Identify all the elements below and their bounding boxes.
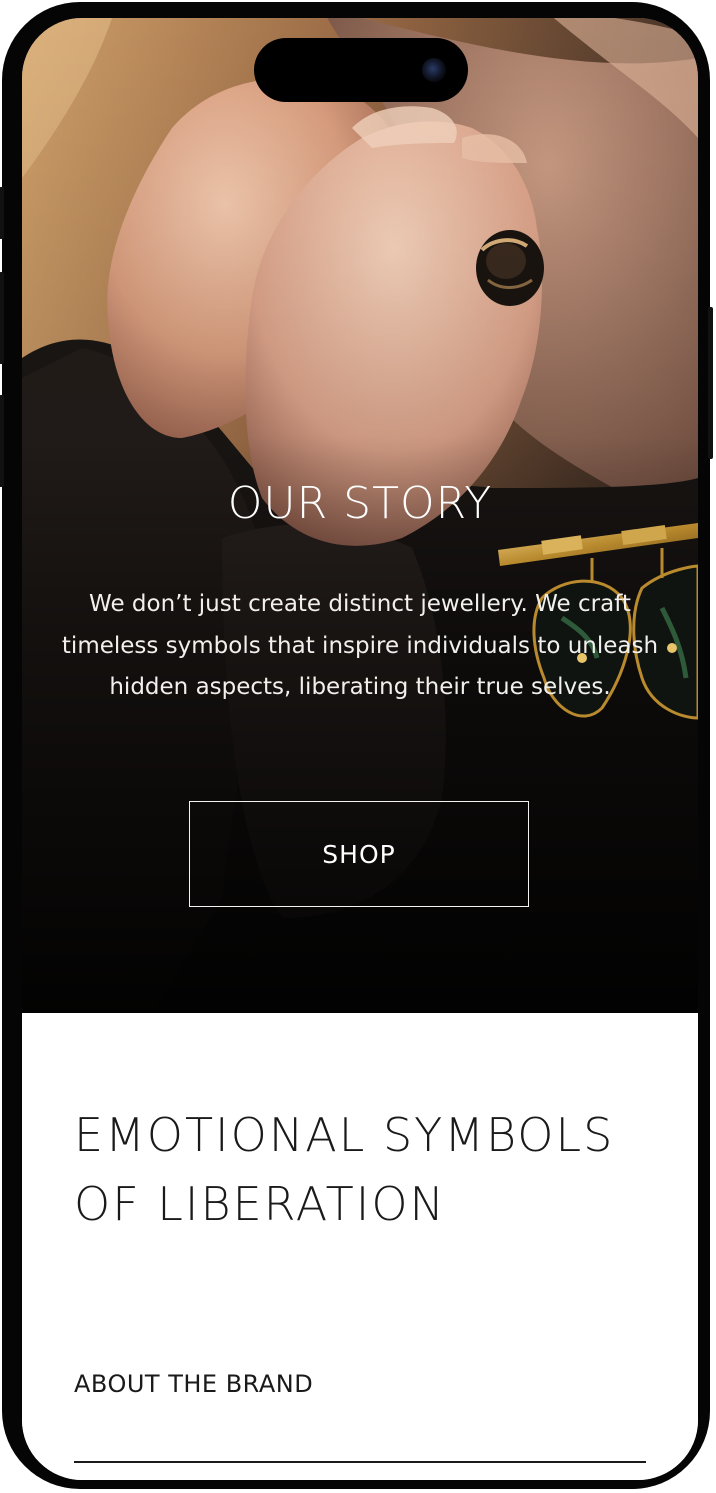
brand-section: EMOTIONAL SYMBOLS OF LIBERATION ABOUT TH… bbox=[22, 1013, 698, 1480]
about-the-brand-link[interactable]: ABOUT THE BRAND bbox=[74, 1370, 313, 1398]
front-camera-icon bbox=[422, 58, 446, 82]
phone-frame: OUR STORY We don’t just create distinct … bbox=[0, 2, 713, 1489]
our-story-hero: OUR STORY We don’t just create distinct … bbox=[22, 18, 698, 1013]
dynamic-island bbox=[254, 38, 468, 102]
volume-down-button bbox=[0, 395, 4, 487]
story-title: OUR STORY bbox=[227, 478, 493, 529]
power-button bbox=[708, 307, 713, 459]
divider bbox=[74, 1461, 646, 1463]
action-button bbox=[0, 187, 4, 239]
shop-button[interactable]: SHOP bbox=[189, 801, 529, 907]
section-headline: EMOTIONAL SYMBOLS OF LIBERATION bbox=[74, 1108, 615, 1231]
story-description: We don’t just create distinct jewellery.… bbox=[61, 591, 659, 700]
screen: OUR STORY We don’t just create distinct … bbox=[22, 18, 698, 1480]
volume-up-button bbox=[0, 272, 4, 364]
